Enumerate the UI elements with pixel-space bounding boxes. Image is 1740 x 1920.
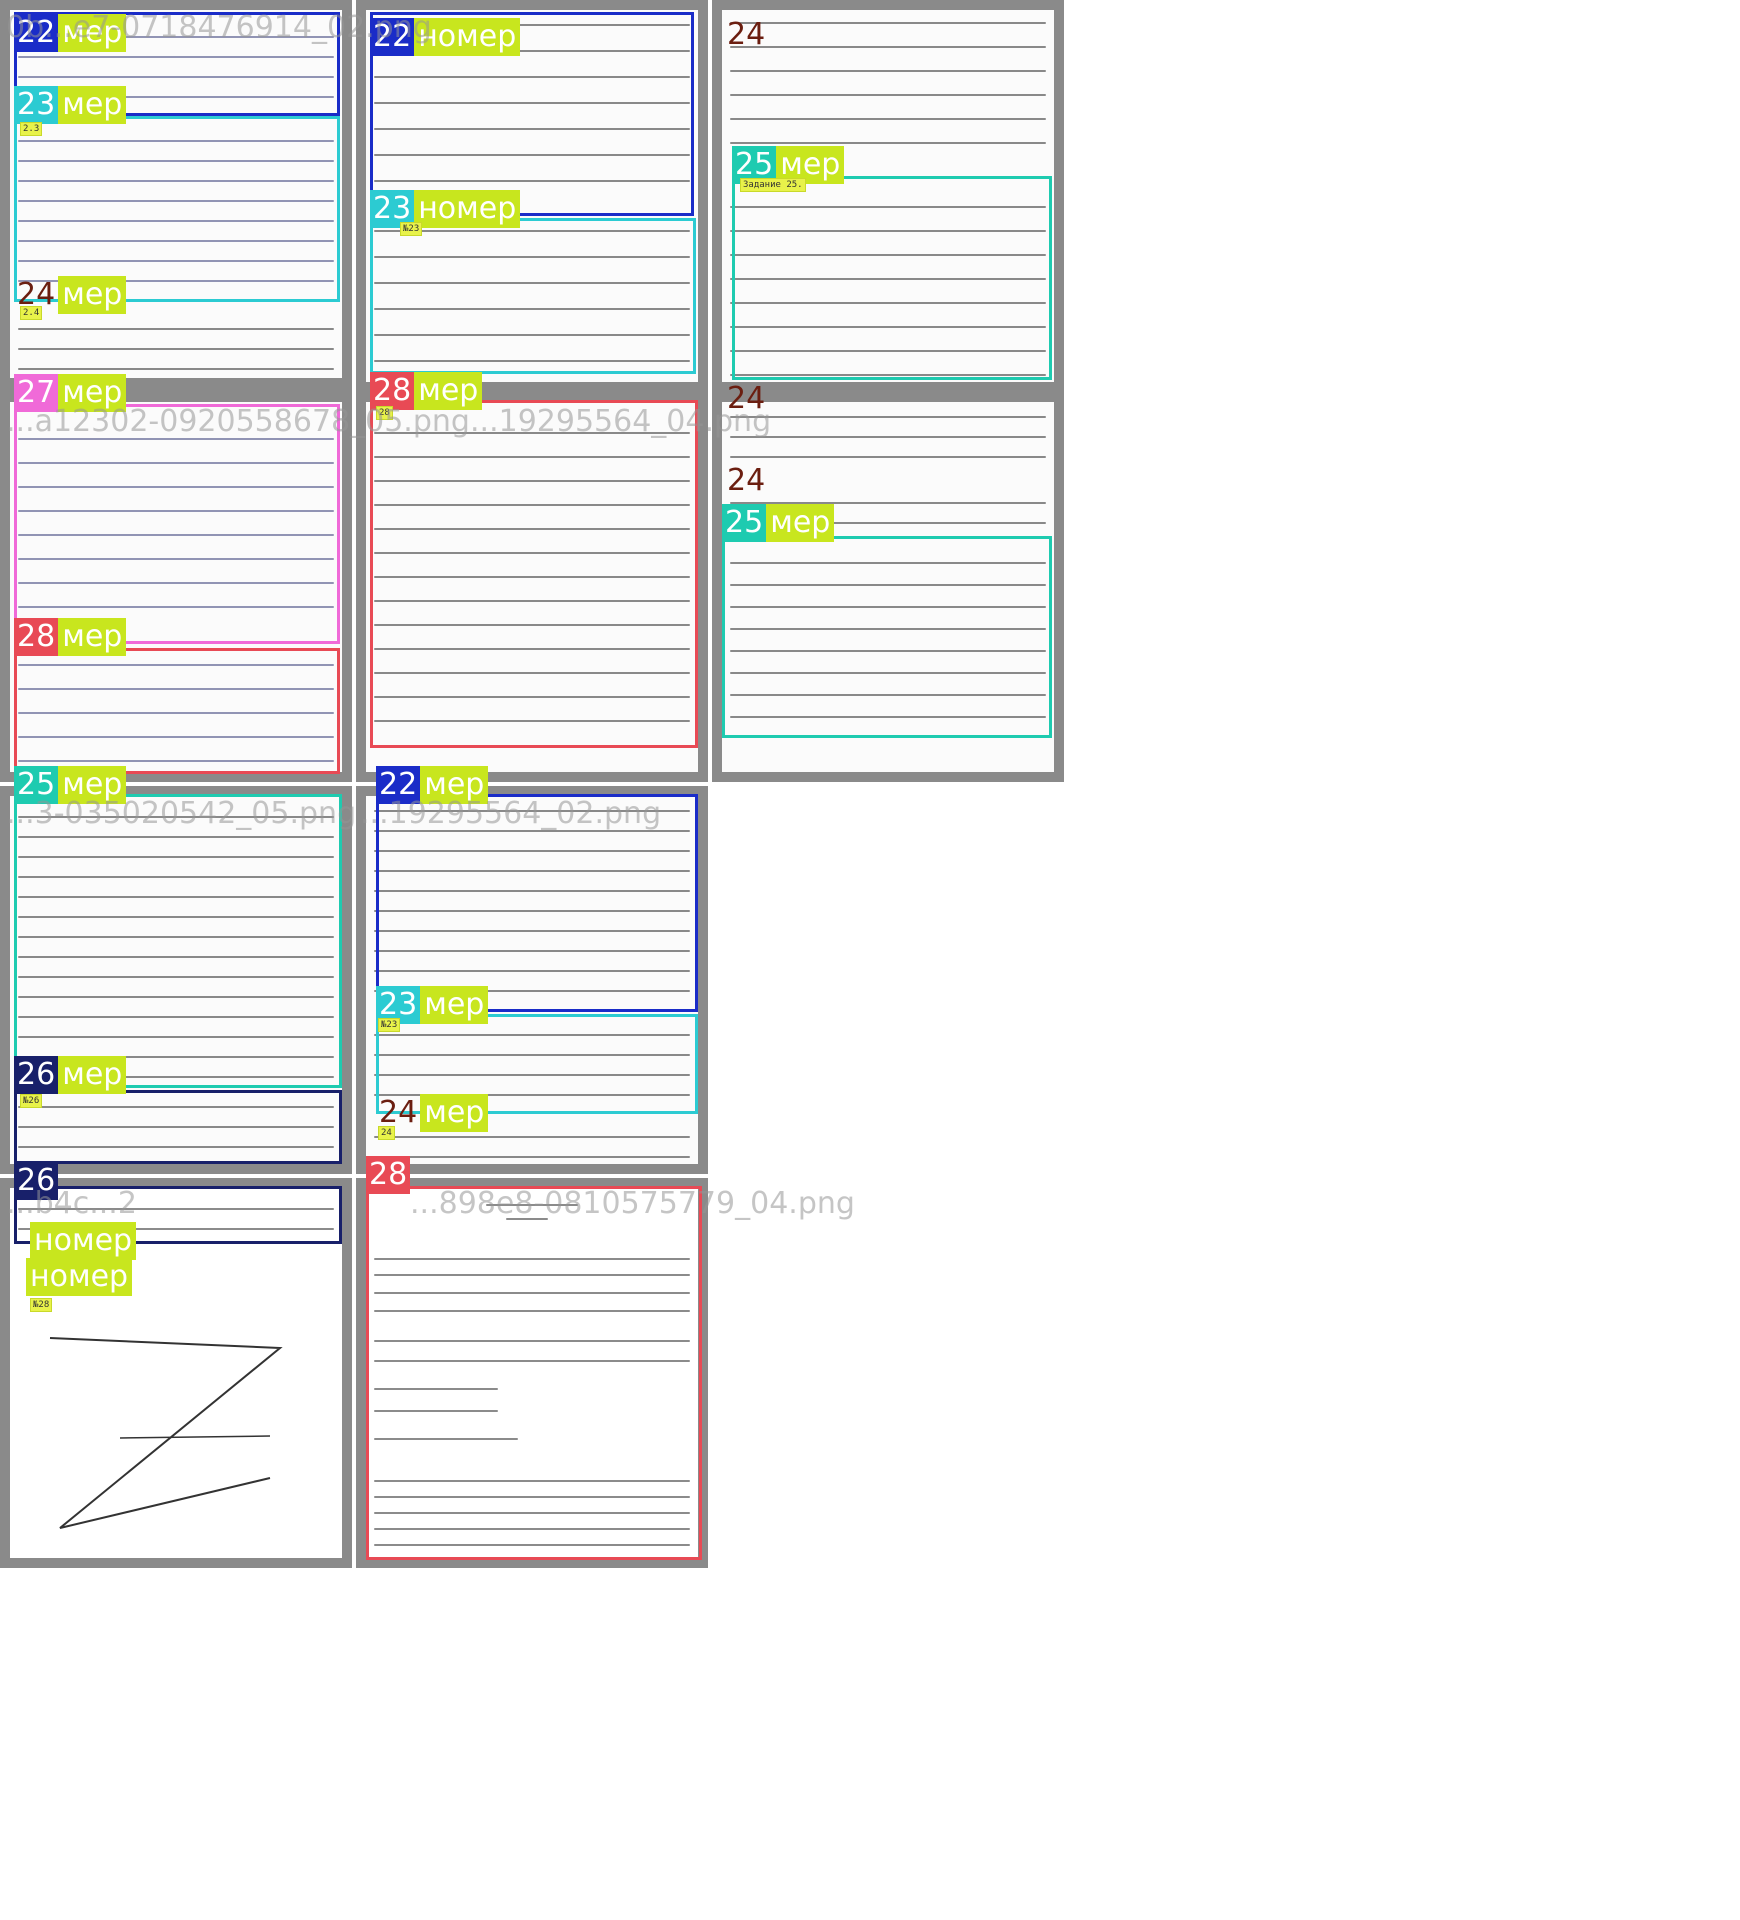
answer-box-25 [14, 794, 342, 1088]
question-number-label: №26 [20, 1094, 43, 1108]
answer-tag-27: 27 мер [14, 374, 127, 412]
answer-tag-28: 28 [366, 1156, 411, 1194]
answer-box-27 [14, 404, 340, 644]
answer-tag-22: 22 номер [370, 18, 521, 56]
answer-tag-26: 26 мер [14, 1056, 127, 1094]
answer-tag-22: 22 мер [14, 14, 127, 52]
answer-box-26 [14, 1090, 342, 1164]
answer-tag-number: номер [30, 1222, 137, 1260]
question-number-label: №23 [400, 222, 423, 236]
answer-tag-24: 24 [727, 17, 766, 52]
answer-tag-22: 22 мер [376, 766, 489, 804]
answer-box-23 [14, 116, 340, 302]
answer-box-23 [370, 218, 696, 374]
collage-page: 0b...e7-0718476914_02.png 22 мер 23 мер 2.… [0, 0, 1740, 1920]
answer-box-28 [366, 1186, 702, 1560]
question-number-label: №28 [30, 1298, 53, 1312]
question-number-label: 24 [378, 1126, 395, 1140]
question-number-label: №23 [378, 1018, 401, 1032]
question-number-label: 28 [376, 406, 393, 420]
answer-tag-25: 25 мер [722, 504, 835, 542]
answer-box-25 [732, 176, 1052, 380]
answer-tag-24: 24 [727, 381, 766, 416]
answer-tag-28: 28 мер [14, 618, 127, 656]
answer-tag-26: 26 [14, 1162, 59, 1200]
answer-box-25 [722, 536, 1052, 738]
question-number-label: 2.4 [20, 306, 43, 320]
question-number-label: Задание 25. [740, 178, 806, 192]
answer-box-28 [14, 648, 340, 774]
answer-box-22 [376, 794, 698, 1012]
answer-tag-number: номер [26, 1258, 133, 1296]
answer-box-28 [370, 400, 698, 748]
z-shaped-drawing [49, 1337, 283, 1529]
question-number-label: 2.3 [20, 122, 43, 136]
answer-tag-25: 25 мер [14, 766, 127, 804]
answer-tag-23: 23 номер [370, 190, 521, 228]
answer-tag-24: 24 [727, 463, 766, 498]
answer-tag-28: 28 мер [370, 372, 483, 410]
answer-tag-23: 23 мер [14, 86, 127, 124]
